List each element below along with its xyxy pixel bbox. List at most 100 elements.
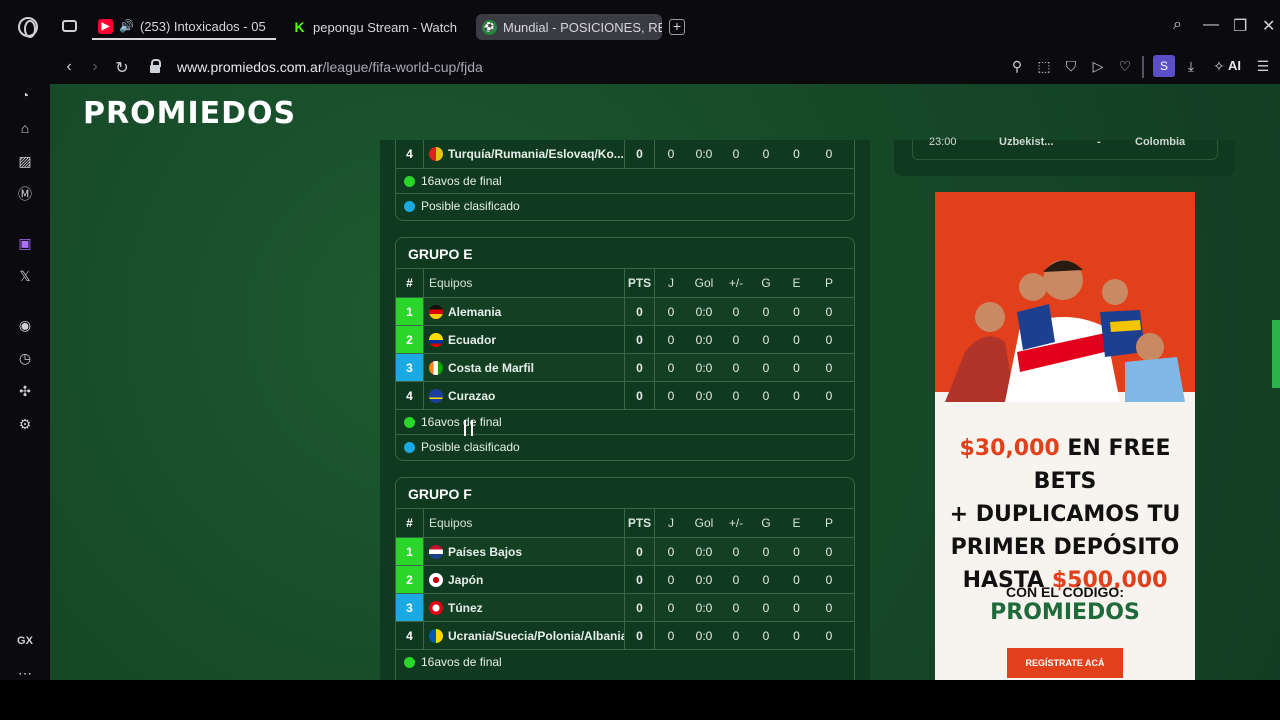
gx-control-icon[interactable]: ◔ xyxy=(16,86,34,104)
divider xyxy=(1142,56,1144,78)
tab-kick[interactable]: K pepongu Stream - Watch xyxy=(286,14,466,40)
row-team[interactable]: Ucrania/Suecia/Polonia/Albania xyxy=(423,622,625,649)
site-logo[interactable]: PROMIEDOS xyxy=(83,96,296,131)
table-header: # Equipos PTS J Gol +/- G E P xyxy=(396,268,854,297)
heart-icon[interactable]: ♡ xyxy=(1116,58,1134,75)
row-team[interactable]: Japón xyxy=(423,566,625,593)
download-icon[interactable]: ⤓ xyxy=(1182,58,1200,75)
table-row[interactable]: 4 Turquía/Rumania/Eslovaq/Ko... 0 0 0:0 … xyxy=(396,140,854,168)
header-gol: Gol xyxy=(694,516,714,530)
ai-label[interactable]: AI xyxy=(1228,58,1241,73)
tab-label: pepongu Stream - Watch xyxy=(313,19,458,35)
header-pos: # xyxy=(406,276,413,290)
gx-cleaner-icon[interactable]: ⌂ xyxy=(16,119,34,137)
flag-icon xyxy=(429,388,443,403)
row-p: 0 xyxy=(825,332,833,347)
header-diff: +/- xyxy=(728,276,744,290)
flag-icon xyxy=(429,360,443,375)
row-diff: 0 xyxy=(732,572,740,587)
row-team[interactable]: Ecuador xyxy=(423,326,625,353)
table-row[interactable]: 1 Países Bajos 0 0 0:0 0 0 0 0 xyxy=(396,537,854,565)
tab-youtube[interactable]: ▶ 🔊 (253) Intoxicados - 05 xyxy=(92,14,276,40)
shield-icon[interactable]: ⛉ xyxy=(1062,58,1080,75)
history-icon[interactable]: ◷ xyxy=(16,349,34,367)
row-team[interactable]: Turquía/Rumania/Eslovaq/Ko... xyxy=(423,140,625,168)
header-j: J xyxy=(668,276,674,290)
tab-switcher-icon[interactable] xyxy=(62,20,77,32)
flag-icon xyxy=(429,332,443,347)
row-team[interactable]: Túnez xyxy=(423,594,625,621)
gx-corner-icon[interactable]: Ⓜ xyxy=(16,185,34,203)
flag-icon xyxy=(429,600,443,615)
row-e: 0 xyxy=(793,544,800,559)
pin-icon[interactable]: ⚲ xyxy=(1008,58,1026,75)
minimize-icon[interactable]: — xyxy=(1203,16,1219,34)
page-content: PROMIEDOS 23:00 Uzbekist... - Colombia 4… xyxy=(50,84,1280,680)
new-tab-button[interactable]: + xyxy=(669,19,685,35)
forward-icon[interactable]: › xyxy=(86,58,104,76)
snapshot-icon[interactable]: ⬚ xyxy=(1035,58,1053,75)
aria-icon[interactable]: ✧ xyxy=(1210,58,1228,75)
restore-icon[interactable]: ❐ xyxy=(1233,16,1247,36)
row-e: 0 xyxy=(793,147,800,161)
twitch-icon[interactable]: ▣ xyxy=(16,234,34,252)
spotify-icon[interactable]: ◉ xyxy=(16,316,34,334)
hot-tabs-icon[interactable]: ▨ xyxy=(16,152,34,170)
row-j: 0 xyxy=(667,388,675,403)
flag-icon xyxy=(429,304,443,319)
table-row[interactable]: 4 Curazao 0 0 0:0 0 0 0 0 xyxy=(396,381,854,409)
profile-avatar[interactable]: S xyxy=(1153,55,1175,77)
row-g: 0 xyxy=(762,600,770,615)
row-p: 0 xyxy=(825,572,833,587)
tab-label: Mundial - POSICIONES, RE xyxy=(503,19,662,35)
match-score: - xyxy=(1097,136,1101,148)
row-gol: 0:0 xyxy=(695,628,713,643)
browser-window: ▶ 🔊 (253) Intoxicados - 05 K pepongu Str… xyxy=(0,0,1280,720)
back-icon[interactable]: ‹ xyxy=(60,58,78,76)
opera-menu-icon[interactable] xyxy=(18,17,38,38)
match-card[interactable]: 23:00 Uzbekist... - Colombia xyxy=(912,136,1218,160)
lock-icon[interactable] xyxy=(150,59,161,73)
url-host: www.promiedos.com.ar xyxy=(177,59,323,75)
table-row[interactable]: 2 Ecuador 0 0 0:0 0 0 0 0 xyxy=(396,325,854,353)
row-pos: 4 xyxy=(406,147,413,161)
row-team[interactable]: Países Bajos xyxy=(423,538,625,565)
players-image xyxy=(945,260,1185,402)
row-team[interactable]: Alemania xyxy=(423,298,625,325)
table-row[interactable]: 2 Japón 0 0 0:0 0 0 0 0 xyxy=(396,565,854,593)
tab-promiedos-active[interactable]: ⚽ Mundial - POSICIONES, RE xyxy=(476,14,662,40)
table-row[interactable]: 3 Costa de Marfil 0 0 0:0 0 0 0 0 xyxy=(396,353,854,381)
search-icon[interactable]: ⌕ xyxy=(1173,16,1182,34)
extensions-icon[interactable]: ✣ xyxy=(16,382,34,400)
reload-icon[interactable]: ↻ xyxy=(113,58,131,78)
row-pts: 0 xyxy=(625,538,655,565)
betting-ad[interactable]: $30,000 EN FREE BETS + DUPLICAMOS TU PRI… xyxy=(935,192,1195,680)
register-button[interactable]: REGÍSTRATE ACÁ xyxy=(1007,648,1123,678)
row-pts: 0 xyxy=(625,622,655,649)
close-icon[interactable]: ✕ xyxy=(1262,16,1275,36)
row-team[interactable]: Curazao xyxy=(423,382,625,409)
gx-label: GX xyxy=(17,635,33,647)
header-diff: +/- xyxy=(728,516,744,530)
table-row[interactable]: 1 Alemania 0 0 0:0 0 0 0 0 xyxy=(396,297,854,325)
url-field[interactable]: www.promiedos.com.ar/league/fifa-world-c… xyxy=(177,59,483,75)
row-g: 0 xyxy=(762,360,770,375)
speaker-icon[interactable]: 🔊 xyxy=(119,19,134,33)
row-pts: 0 xyxy=(625,594,655,621)
settings-gear-icon[interactable]: ⚙ xyxy=(16,415,34,433)
green-dot-icon xyxy=(404,416,415,428)
easy-setup-icon[interactable]: ☰ xyxy=(1254,58,1272,75)
row-diff: 0 xyxy=(732,600,740,615)
row-e: 0 xyxy=(793,304,800,319)
row-diff: 0 xyxy=(732,304,740,319)
side-scroll-tab[interactable] xyxy=(1272,320,1280,388)
text-cursor-icon xyxy=(464,420,473,436)
x-twitter-icon[interactable]: 𝕏 xyxy=(16,267,34,285)
row-gol: 0:0 xyxy=(695,388,713,403)
table-row[interactable]: 4 Ucrania/Suecia/Polonia/Albania 0 0 0:0… xyxy=(396,621,854,649)
tab-bar: ▶ 🔊 (253) Intoxicados - 05 K pepongu Str… xyxy=(0,0,1280,50)
ad-headline: $30,000 EN FREE BETS + DUPLICAMOS TU PRI… xyxy=(935,432,1195,597)
row-team[interactable]: Costa de Marfil xyxy=(423,354,625,381)
send-icon[interactable]: ▷ xyxy=(1089,58,1107,75)
table-row[interactable]: 3 Túnez 0 0 0:0 0 0 0 0 xyxy=(396,593,854,621)
